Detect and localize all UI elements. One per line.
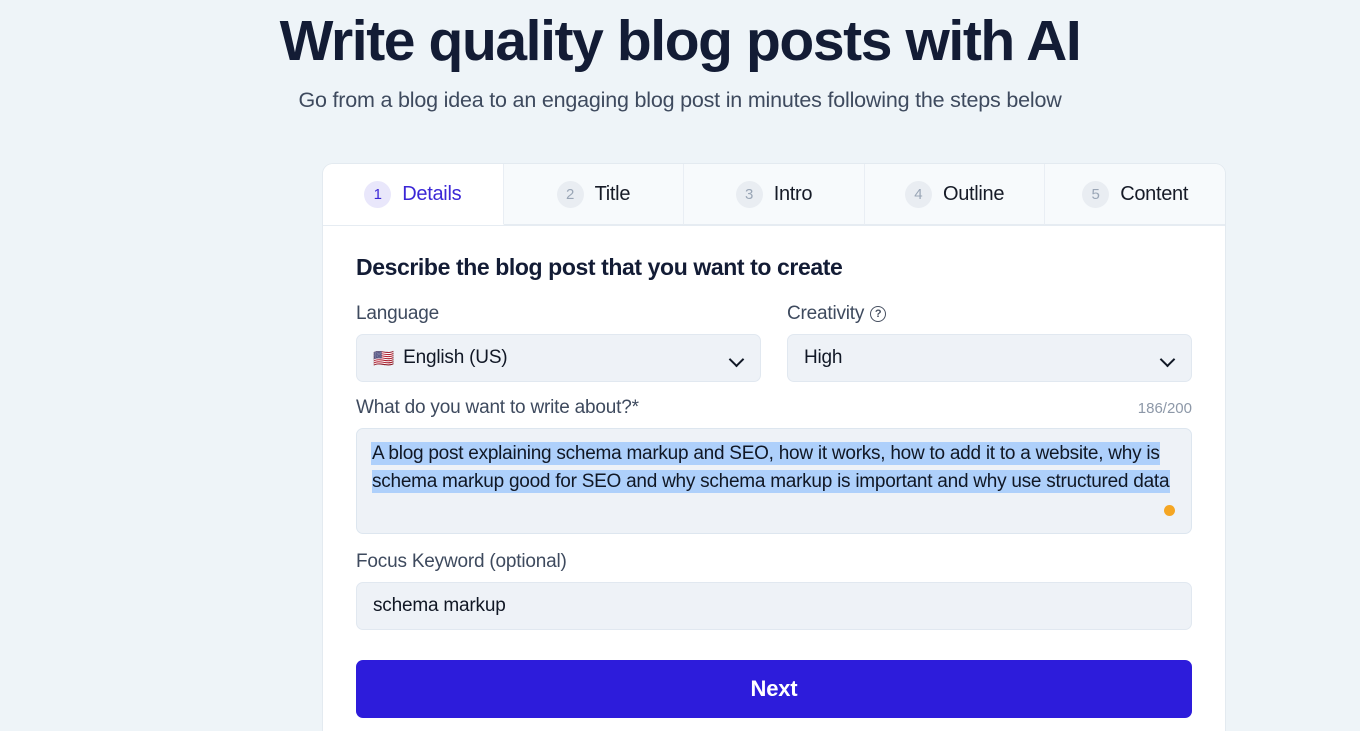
page-subtitle: Go from a blog idea to an engaging blog … — [298, 87, 1062, 112]
tab-intro-label: Intro — [773, 182, 813, 205]
tab-content[interactable]: 5 Content — [1045, 164, 1225, 225]
chevron-down-icon — [730, 354, 744, 363]
language-creativity-row: Language 🇺🇸 English (US) Creativity ? Hi… — [356, 303, 1192, 382]
tab-content-label: Content — [1120, 182, 1189, 205]
topic-character-counter: 186/200 — [1137, 400, 1192, 417]
creativity-label: Creativity ? — [787, 303, 1192, 325]
chevron-down-icon — [1161, 354, 1175, 363]
tab-details-label: Details — [402, 182, 462, 205]
topic-selected-text: A blog post explaining schema markup and… — [372, 443, 1170, 492]
topic-field: What do you want to write about?* 186/20… — [356, 397, 1192, 534]
us-flag-icon: 🇺🇸 — [373, 348, 395, 368]
creativity-label-text: Creativity — [787, 303, 865, 324]
tab-intro[interactable]: 3 Intro — [684, 164, 865, 225]
language-label: Language — [356, 303, 439, 324]
tab-title[interactable]: 2 Title — [503, 164, 685, 225]
language-field: Language 🇺🇸 English (US) — [356, 303, 761, 382]
tab-outline-number: 4 — [904, 180, 932, 208]
focus-keyword-label: Focus Keyword (optional) — [356, 551, 567, 572]
next-button[interactable]: Next — [356, 660, 1192, 718]
tab-title-label: Title — [594, 182, 631, 205]
page-root: Write quality blog posts with AI Go from… — [0, 0, 1360, 731]
hero-section: Write quality blog posts with AI Go from… — [0, 0, 1360, 114]
details-form: Describe the blog post that you want to … — [323, 226, 1225, 718]
topic-textarea-value: A blog post explaining schema markup and… — [372, 440, 1176, 496]
creativity-select-value: High — [804, 347, 843, 368]
focus-keyword-input[interactable]: schema markup — [356, 582, 1192, 630]
focus-keyword-field: Focus Keyword (optional) schema markup — [356, 551, 1192, 630]
form-section-title: Describe the blog post that you want to … — [356, 254, 843, 280]
topic-label: What do you want to write about?* — [356, 397, 639, 418]
creativity-select[interactable]: High — [787, 334, 1192, 382]
topic-label-row: What do you want to write about?* 186/20… — [356, 397, 1192, 428]
tab-details-number: 1 — [364, 180, 392, 208]
tab-content-number: 5 — [1082, 180, 1110, 208]
tab-intro-number: 3 — [735, 180, 763, 208]
language-select[interactable]: 🇺🇸 English (US) — [356, 334, 761, 382]
topic-textarea[interactable]: A blog post explaining schema markup and… — [356, 428, 1192, 534]
language-select-value: English (US) — [403, 347, 508, 368]
creativity-field: Creativity ? High — [787, 303, 1192, 382]
page-title: Write quality blog posts with AI — [279, 9, 1082, 73]
tab-title-number: 2 — [556, 180, 584, 208]
status-dot-indicator — [1164, 505, 1175, 516]
help-icon[interactable]: ? — [870, 306, 887, 322]
tab-details[interactable]: 1 Details — [323, 164, 504, 225]
tab-outline[interactable]: 4 Outline — [864, 164, 1046, 225]
wizard-steps-tablist: 1 Details 2 Title 3 Intro 4 Outline 5 Co… — [323, 164, 1225, 226]
wizard-card: 1 Details 2 Title 3 Intro 4 Outline 5 Co… — [322, 163, 1226, 731]
tab-outline-label: Outline — [942, 182, 1005, 205]
